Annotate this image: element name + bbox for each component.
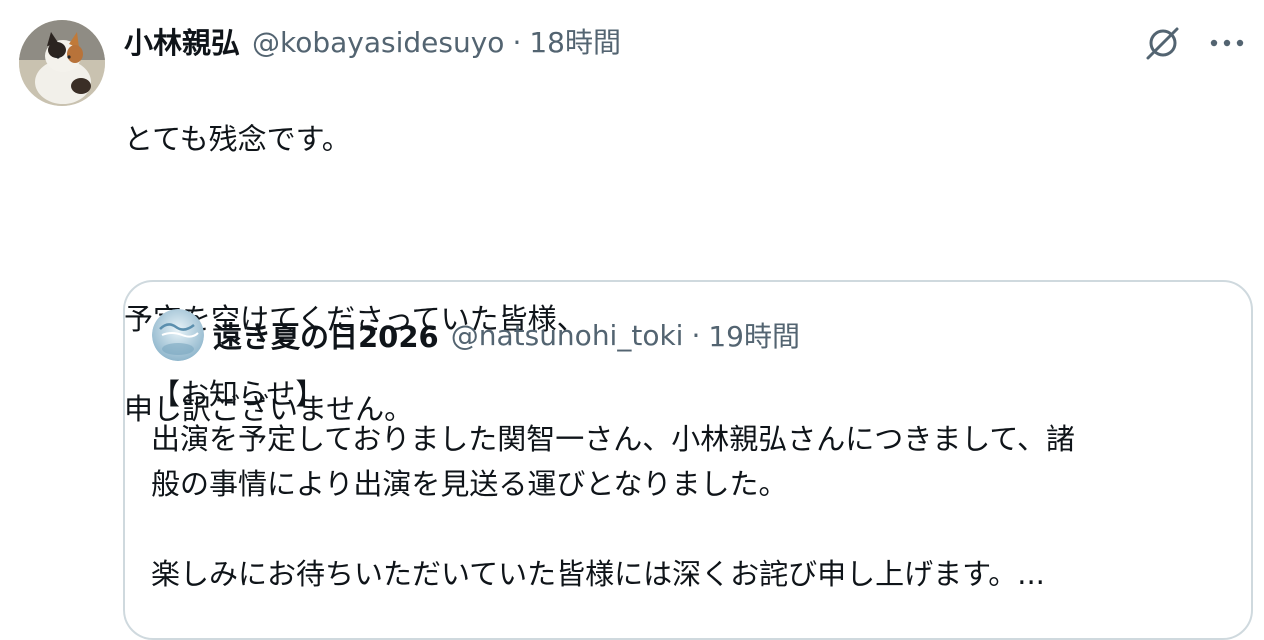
quote-author-display-name[interactable]: 遠き夏の日2026 — [213, 314, 439, 356]
tweet-actions — [1142, 22, 1248, 64]
tweet-header: 小林親弘 @kobayasidesuyo · 18時間 — [124, 23, 621, 63]
cat-photo-avatar — [19, 20, 105, 106]
more-options-icon[interactable] — [1206, 22, 1248, 64]
quote-author-handle[interactable]: @natsunohi_toki — [451, 319, 684, 352]
author-display-name[interactable]: 小林親弘 — [124, 23, 240, 63]
quote-text-line: 出演を予定しておりました関智一さん、小林親弘さんにつきまして、諸 — [151, 422, 1075, 456]
grok-icon[interactable] — [1142, 22, 1184, 64]
avatar[interactable] — [19, 20, 105, 106]
quote-text-line: 楽しみにお待ちいただいていた皆様には深くお詫び申し上げます。... — [151, 557, 1045, 591]
quote-text-line: 【お知らせ】 — [151, 377, 325, 411]
separator-dot: · — [512, 26, 522, 59]
quote-timestamp[interactable]: 19時間 — [708, 315, 800, 355]
quoted-tweet[interactable]: 遠き夏の日2026 @natsunohi_toki · 19時間 【お知らせ】 … — [123, 280, 1253, 640]
quote-avatar[interactable] — [152, 309, 204, 361]
author-handle[interactable]: @kobayasidesuyo — [252, 23, 504, 63]
tweet-text-line: とても残念です。 — [124, 122, 351, 156]
quote-body: 【お知らせ】 出演を予定しておりました関智一さん、小林親弘さんにつきまして、諸 … — [151, 372, 1231, 597]
quote-text-line: 般の事情により出演を見送る運びとなりました。 — [151, 467, 788, 501]
quote-header: 遠き夏の日2026 @natsunohi_toki · 19時間 — [213, 314, 800, 356]
separator-dot: · — [691, 318, 701, 352]
tweet-timestamp[interactable]: 18時間 — [529, 23, 621, 63]
event-logo-avatar — [152, 309, 204, 361]
